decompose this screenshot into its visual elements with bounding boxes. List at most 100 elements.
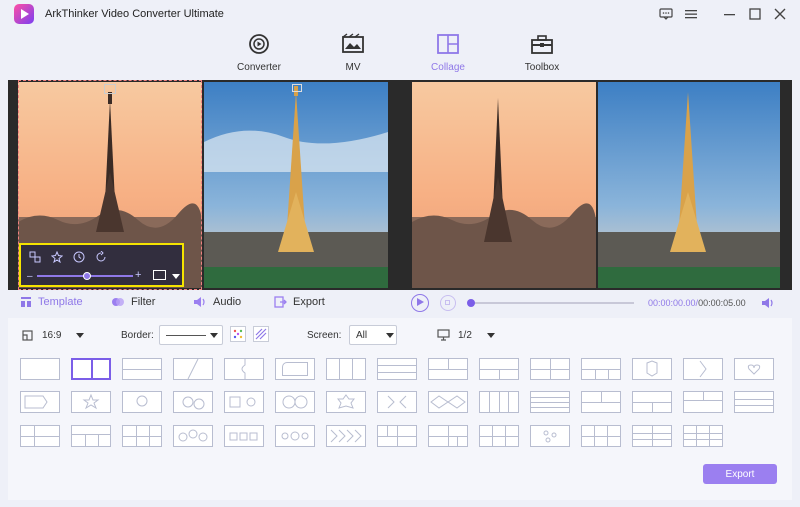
tab-collage[interactable]: Collage bbox=[408, 32, 488, 73]
template-thumb[interactable] bbox=[581, 358, 621, 380]
border-line-preview bbox=[166, 335, 206, 336]
screen-value: All bbox=[356, 330, 368, 341]
aspect-ratio-value[interactable]: 16:9 bbox=[42, 330, 61, 341]
export-button[interactable]: Export bbox=[703, 464, 777, 484]
template-thumb[interactable] bbox=[632, 425, 672, 447]
collage-cell-2[interactable] bbox=[204, 82, 388, 288]
tab-filter[interactable]: Filter bbox=[111, 296, 155, 308]
fit-dropdown-icon[interactable] bbox=[172, 274, 180, 279]
zoom-in-icon[interactable]: + bbox=[135, 269, 141, 281]
border-color-button[interactable] bbox=[230, 326, 246, 342]
effect-icon[interactable] bbox=[51, 251, 63, 263]
image-icon bbox=[292, 84, 302, 92]
template-thumb[interactable] bbox=[683, 358, 723, 380]
template-thumb[interactable] bbox=[530, 425, 570, 447]
swap-icon[interactable] bbox=[104, 84, 116, 94]
tab-converter[interactable]: Converter bbox=[219, 32, 299, 73]
template-thumb[interactable] bbox=[20, 358, 60, 380]
tab-export[interactable]: Export bbox=[274, 296, 325, 308]
progress-handle[interactable] bbox=[467, 299, 475, 307]
screen-dropdown-icon bbox=[386, 333, 394, 338]
template-thumb[interactable] bbox=[173, 391, 213, 413]
template-thumb[interactable] bbox=[122, 425, 162, 447]
rotate-icon[interactable] bbox=[95, 251, 107, 263]
template-thumb[interactable] bbox=[428, 358, 468, 380]
template-thumb[interactable] bbox=[632, 391, 672, 413]
main-nav: Converter MV Collage Toolbox bbox=[0, 28, 800, 80]
template-thumb[interactable] bbox=[530, 391, 570, 413]
tab-toolbox[interactable]: Toolbox bbox=[502, 32, 582, 73]
template-thumb[interactable] bbox=[377, 391, 417, 413]
screen-select[interactable]: All bbox=[349, 325, 397, 345]
page-dropdown-icon[interactable] bbox=[487, 333, 495, 338]
total-time: 00:00:05.00 bbox=[698, 298, 746, 308]
aspect-dropdown-icon[interactable] bbox=[76, 333, 84, 338]
border-dropdown-icon bbox=[210, 333, 218, 338]
menu-icon[interactable] bbox=[680, 4, 702, 24]
tab-audio[interactable]: Audio bbox=[193, 296, 241, 308]
clock-icon[interactable] bbox=[73, 251, 85, 263]
tab-template[interactable]: Template bbox=[20, 296, 83, 308]
template-thumb[interactable] bbox=[581, 391, 621, 413]
template-thumb[interactable] bbox=[428, 425, 468, 447]
template-thumb[interactable] bbox=[71, 391, 111, 413]
monitor-icon bbox=[437, 329, 450, 341]
play-button[interactable] bbox=[411, 294, 429, 312]
page-indicator: 1/2 bbox=[458, 330, 472, 341]
tab-mv[interactable]: MV bbox=[313, 32, 393, 73]
template-thumb[interactable] bbox=[377, 425, 417, 447]
maximize-icon[interactable] bbox=[744, 4, 766, 24]
stop-button[interactable] bbox=[440, 295, 456, 311]
zoom-out-icon[interactable]: – bbox=[27, 271, 33, 282]
template-thumb[interactable] bbox=[428, 391, 468, 413]
template-thumb[interactable] bbox=[734, 391, 774, 413]
template-thumb[interactable] bbox=[122, 358, 162, 380]
converter-icon bbox=[247, 32, 271, 56]
zoom-slider-handle[interactable] bbox=[83, 272, 91, 280]
template-thumb[interactable] bbox=[326, 391, 366, 413]
crop-icon[interactable] bbox=[29, 251, 41, 263]
template-thumb[interactable] bbox=[377, 358, 417, 380]
template-thumb[interactable] bbox=[224, 391, 264, 413]
template-thumb[interactable] bbox=[224, 425, 264, 447]
template-thumb-selected[interactable] bbox=[71, 358, 111, 380]
template-thumb[interactable] bbox=[479, 391, 519, 413]
feedback-icon[interactable] bbox=[655, 4, 677, 24]
template-thumb[interactable] bbox=[326, 425, 366, 447]
template-thumb[interactable] bbox=[479, 425, 519, 447]
close-icon[interactable] bbox=[769, 4, 791, 24]
template-thumb[interactable] bbox=[71, 425, 111, 447]
template-icon bbox=[21, 297, 31, 307]
filter-icon bbox=[112, 298, 124, 306]
template-thumb[interactable] bbox=[20, 425, 60, 447]
template-thumb[interactable] bbox=[173, 425, 213, 447]
template-thumb[interactable] bbox=[122, 391, 162, 413]
audio-icon bbox=[194, 297, 205, 307]
collage-icon bbox=[436, 32, 460, 56]
template-grid bbox=[20, 358, 780, 448]
progress-track[interactable] bbox=[469, 302, 634, 304]
minimize-icon[interactable] bbox=[719, 4, 741, 24]
template-thumb[interactable] bbox=[683, 425, 723, 447]
template-thumb[interactable] bbox=[275, 391, 315, 413]
template-thumb[interactable] bbox=[581, 425, 621, 447]
template-thumb[interactable] bbox=[632, 358, 672, 380]
playback-bar: 00:00:00.00/00:00:05.00 bbox=[405, 290, 800, 318]
template-thumb[interactable] bbox=[734, 358, 774, 380]
template-thumb[interactable] bbox=[173, 358, 213, 380]
play-icon bbox=[417, 298, 424, 306]
cell-edit-toolbar: – + bbox=[19, 243, 184, 287]
template-thumb[interactable] bbox=[683, 391, 723, 413]
template-thumb[interactable] bbox=[275, 358, 315, 380]
border-pattern-button[interactable] bbox=[253, 326, 269, 342]
volume-icon[interactable] bbox=[761, 297, 775, 309]
title-bar: ArkThinker Video Converter Ultimate bbox=[0, 0, 800, 28]
template-thumb[interactable] bbox=[275, 425, 315, 447]
template-thumb[interactable] bbox=[479, 358, 519, 380]
border-style-select[interactable] bbox=[159, 325, 223, 345]
template-thumb[interactable] bbox=[224, 358, 264, 380]
aspect-fit-icon[interactable] bbox=[153, 270, 166, 280]
template-thumb[interactable] bbox=[326, 358, 366, 380]
template-thumb[interactable] bbox=[20, 391, 60, 413]
template-thumb[interactable] bbox=[530, 358, 570, 380]
